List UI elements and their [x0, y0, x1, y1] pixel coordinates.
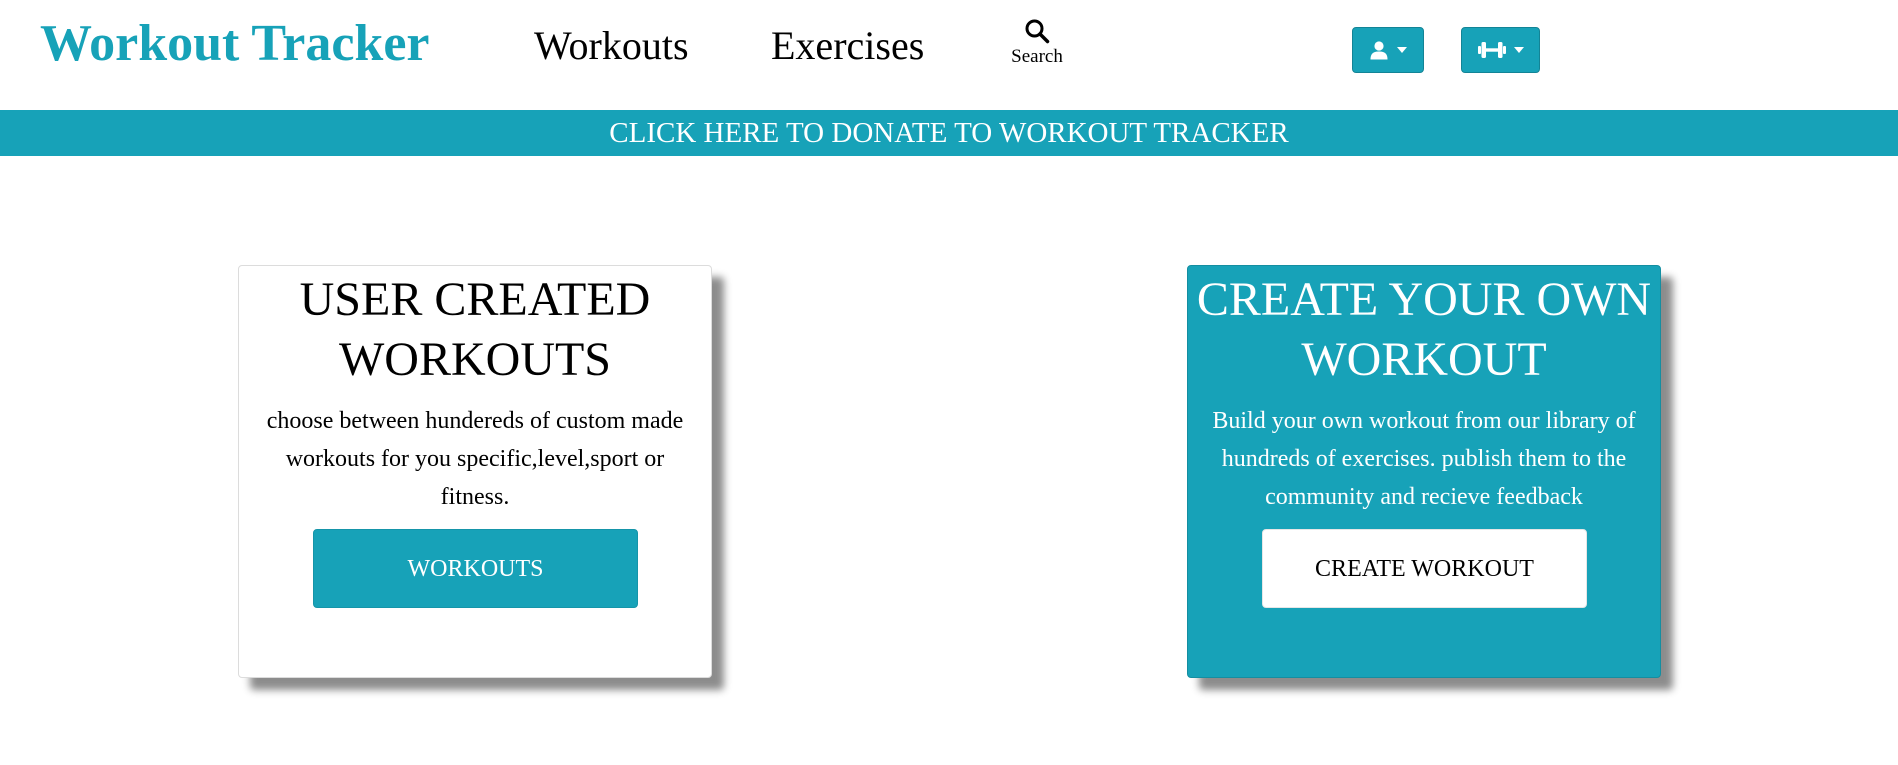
nav-link-exercises[interactable]: Exercises — [771, 22, 924, 69]
create-workout-button[interactable]: CREATE WORKOUT — [1262, 529, 1587, 608]
dumbbell-icon — [1477, 42, 1506, 58]
search-icon — [1025, 19, 1050, 44]
user-icon — [1370, 41, 1388, 60]
card-description: choose between hundereds of custom made … — [266, 408, 684, 510]
workout-menu-dropdown-button[interactable] — [1461, 27, 1540, 73]
card-description: Build your own workout from our library … — [1212, 408, 1636, 510]
chevron-down-icon — [1513, 47, 1524, 53]
card-title: CREATE YOUR OWN WORKOUT — [1196, 273, 1652, 386]
nav-search-link[interactable]: Search — [1003, 18, 1071, 68]
nav-link-workouts[interactable]: Workouts — [534, 22, 689, 69]
chevron-down-icon — [1397, 47, 1407, 53]
user-menu-dropdown-button[interactable] — [1352, 27, 1424, 73]
user-created-workouts-card: USER CREATED WORKOUTS choose between hun… — [238, 265, 712, 678]
top-navbar: Workout Tracker Workouts Exercises Searc… — [0, 0, 1898, 110]
donate-banner-link[interactable]: CLICK HERE TO DONATE TO WORKOUT TRACKER — [0, 110, 1898, 156]
search-label: Search — [1011, 46, 1063, 67]
brand-logo-link[interactable]: Workout Tracker — [40, 14, 430, 73]
workouts-button[interactable]: WORKOUTS — [313, 529, 638, 608]
create-workout-card: CREATE YOUR OWN WORKOUT Build your own w… — [1187, 265, 1661, 678]
card-title: USER CREATED WORKOUTS — [299, 273, 651, 386]
